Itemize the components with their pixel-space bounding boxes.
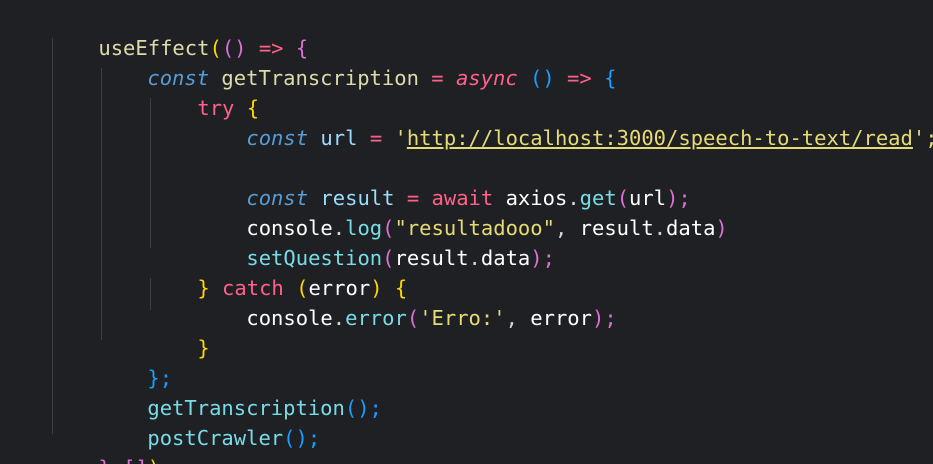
code-token: (); bbox=[283, 426, 321, 450]
code-token: ( bbox=[406, 306, 420, 330]
url-link[interactable]: http://localhost:3000/speech-to-text/rea… bbox=[407, 126, 913, 150]
indent-guide bbox=[52, 38, 53, 434]
code-token: . bbox=[468, 246, 481, 270]
code-line-11: } bbox=[148, 303, 209, 360]
code-line-15: },[]); bbox=[49, 423, 172, 464]
code-token: , bbox=[505, 306, 531, 330]
code-token: error bbox=[345, 306, 407, 330]
code-line-12: }; bbox=[98, 333, 172, 390]
code-token: async bbox=[443, 66, 518, 90]
code-token: [ bbox=[123, 456, 135, 464]
code-line-1: useEffect(() => { bbox=[49, 3, 308, 60]
code-line-14: postCrawler(); bbox=[98, 393, 320, 450]
code-line-3: try { bbox=[148, 63, 259, 120]
code-line-13: getTranscription(); bbox=[98, 363, 382, 420]
code-token: ); bbox=[530, 246, 555, 270]
code-token: . bbox=[332, 306, 346, 330]
code-token: error bbox=[530, 306, 592, 330]
code-token: ' bbox=[382, 126, 407, 150]
code-line-10: console.error('Erro:', error); bbox=[197, 273, 616, 330]
code-token: } bbox=[98, 456, 110, 464]
code-token: 'Erro:' bbox=[419, 306, 506, 330]
code-token: ); bbox=[592, 306, 617, 330]
code-line-8: setQuestion(result.data); bbox=[197, 213, 555, 270]
code-line-6: const result = await axios.get(url); bbox=[197, 153, 690, 210]
code-token: data bbox=[480, 246, 531, 270]
code-token: console bbox=[246, 306, 333, 330]
code-line-4: const url = 'http://localhost:3000/speec… bbox=[197, 93, 933, 150]
code-token: , bbox=[111, 456, 123, 464]
code-token: '; bbox=[912, 126, 933, 150]
code-line-2: const getTranscription = async () => { bbox=[98, 33, 616, 90]
code-token: (); bbox=[344, 396, 382, 420]
code-token: ] bbox=[135, 456, 147, 464]
code-line-7: console.log("resultadooo", result.data) bbox=[197, 183, 727, 240]
code-token: = bbox=[431, 66, 444, 90]
code-token: url bbox=[308, 126, 370, 150]
code-token: = bbox=[369, 126, 383, 150]
code-token: => bbox=[567, 66, 592, 90]
code-token: result bbox=[579, 216, 654, 240]
code-line-9: } catch (error) { bbox=[148, 243, 407, 300]
code-token: ) bbox=[715, 216, 728, 240]
code-token: () bbox=[517, 66, 568, 90]
code-token: data bbox=[666, 216, 716, 240]
code-token: const bbox=[246, 126, 309, 150]
code-token: ); bbox=[148, 456, 173, 464]
code-token: { bbox=[591, 66, 617, 90]
code-token: , bbox=[554, 216, 580, 240]
code-token: } bbox=[197, 336, 210, 360]
code-editor[interactable]: useEffect(() => { const getTranscription… bbox=[0, 0, 933, 464]
code-token: . bbox=[653, 216, 667, 240]
